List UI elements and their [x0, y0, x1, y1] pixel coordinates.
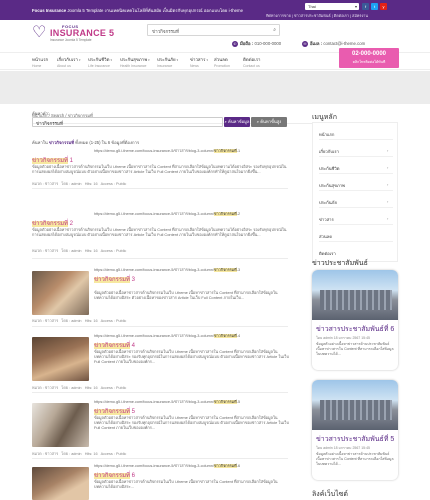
- language-select[interactable]: Thai ▾: [305, 3, 359, 10]
- divider: [319, 156, 393, 157]
- top-bar: Focus Insurance Joomla 5 Template งานเทค…: [0, 0, 430, 20]
- sidebar-item-health-insurance[interactable]: ประกันสุขภาพ ›: [319, 182, 388, 189]
- divider: [319, 173, 393, 174]
- chevron-right-icon: ›: [387, 148, 389, 153]
- chevron-down-icon: ▾: [148, 58, 150, 62]
- chevron-down-icon: ▾: [354, 4, 357, 9]
- result-title[interactable]: ข่าวกิจกรรมที่ 3: [94, 274, 135, 284]
- header-search-input[interactable]: ข่าวกิจกรรมที่ ⌕: [147, 24, 280, 36]
- sidebar-item-contact[interactable]: ติดต่อเรา: [319, 250, 336, 257]
- result-url[interactable]: https://demo.g5.i-theme.com/focus-insura…: [94, 463, 240, 469]
- nav-item-life-insurance[interactable]: ประกันชีวิต▾ Life Insurance: [88, 56, 112, 68]
- chevron-down-icon: ▾: [110, 58, 112, 62]
- news-image: [312, 270, 398, 320]
- result-meta: หมวด : ข่าวสาร โดย : admin Hits: 16 Acce…: [32, 452, 127, 456]
- sidebar-item-home[interactable]: หน้าแรก: [319, 131, 334, 138]
- page-banner: [0, 71, 430, 104]
- nav-item-news[interactable]: ข่าวสาร▾ News: [190, 56, 208, 68]
- result-url[interactable]: https://demo.g5.i-theme.com/focus-insura…: [94, 148, 240, 154]
- search-result-item: https://demo.g5.i-theme.com/focus-insura…: [32, 463, 288, 500]
- links-title: ลิงค์เว็บไซต์: [312, 491, 348, 498]
- chevron-down-icon: ▾: [78, 58, 81, 62]
- chevron-right-icon: ›: [387, 216, 389, 221]
- phone-contact: ✆ มือถือ : 010-000-0000: [232, 40, 282, 47]
- divider: [32, 188, 288, 189]
- result-description: ข้อมูลตัวอย่างเนื้อหาข่าวสารด้านกิจกรรมใ…: [94, 290, 278, 301]
- result-url[interactable]: https://demo.g5.i-theme.com/focus-insura…: [94, 333, 240, 339]
- promo-text: Focus Insurance Joomla 5 Template งานเทค…: [32, 8, 243, 13]
- nav-item-home[interactable]: หน้าแรก Home: [32, 56, 48, 68]
- youtube-icon[interactable]: y: [380, 3, 387, 10]
- facebook-icon[interactable]: f: [362, 3, 369, 10]
- sidebar: เมนูหลัก หน้าแรก เกี่ยวกับเรา › ประกันชีว…: [312, 110, 398, 500]
- phone-icon: ✆: [232, 40, 238, 47]
- search-input[interactable]: ข่าวกิจกรรมที่: [32, 117, 223, 127]
- news-card[interactable]: ข่าวสารประชาสัมพันธ์ที่ 6 โดย admin 18 ม…: [312, 270, 398, 370]
- search-term-label: ค้นหาคำ:: [32, 111, 50, 116]
- result-url[interactable]: https://demo.g5.i-theme.com/focus-insura…: [94, 211, 240, 217]
- twitter-icon[interactable]: t: [371, 3, 378, 10]
- result-meta: หมวด : ข่าวสาร โดย : admin Hits: 16 Acce…: [32, 386, 127, 390]
- search-result-item: https://demo.g5.i-theme.com/focus-insura…: [32, 148, 288, 186]
- divider: [32, 258, 288, 259]
- divider: [319, 139, 393, 140]
- nav-item-promotion[interactable]: ส่วนลด Promotion: [214, 56, 230, 68]
- result-thumbnail[interactable]: [32, 403, 89, 447]
- search-result-item: https://demo.g5.i-theme.com/focus-insura…: [32, 211, 288, 261]
- sidebar-item-news[interactable]: ข่าวสาร ›: [319, 216, 388, 223]
- sidebar-item-life-insurance[interactable]: ประกันชีวิต ›: [319, 165, 388, 172]
- result-description: ข้อมูลตัวอย่างเนื้อหาข่าวสารด้านกิจกรรมใ…: [94, 415, 289, 431]
- result-description: ข้อมูลตัวอย่างเนื้อหาข่าวสารด้านกิจกรรมใ…: [94, 349, 289, 365]
- news-card[interactable]: ข่าวสารประชาสัมพันธ์ที่ 5 โดย admin 18 ม…: [312, 380, 398, 480]
- result-description: ข้อมูลตัวอย่างเนื้อหาข่าวสารด้านกิจกรรมใ…: [32, 227, 287, 238]
- news-title: ข่าวประชาสัมพันธ์: [312, 260, 368, 267]
- result-url[interactable]: https://demo.g5.i-theme.com/focus-insura…: [94, 399, 240, 405]
- chevron-right-icon: ›: [387, 182, 389, 187]
- site-logo[interactable]: ♡ FOCUS INSURANCE 5 Insurance Joomla 5 T…: [32, 24, 127, 50]
- heart-logo-icon: ♡: [32, 24, 47, 41]
- search-button[interactable]: ⌕ ค้นหาข้อมูล: [224, 117, 250, 127]
- mail-icon: ✉: [302, 40, 308, 47]
- divider: [32, 392, 288, 393]
- result-thumbnail[interactable]: [32, 337, 89, 381]
- result-meta: หมวด : ข่าวสาร โดย : admin Hits: 16 Acce…: [32, 249, 127, 253]
- result-thumbnail[interactable]: [32, 271, 89, 315]
- result-meta: หมวด : ข่าวสาร โดย : admin Hits: 16 Acce…: [32, 182, 127, 186]
- nav-item-insurance[interactable]: ประกันภัย▾ Insurance: [157, 56, 178, 68]
- chevron-right-icon: ›: [387, 165, 389, 170]
- news-image: [312, 380, 398, 430]
- search-result-item: https://demo.g5.i-theme.com/focus-insura…: [32, 399, 289, 459]
- sidebar-menu: หน้าแรก เกี่ยวกับเรา › ประกันชีวิต › ประกั…: [312, 122, 398, 262]
- divider: [319, 207, 393, 208]
- result-count: ค้นหาใน ข่าวกิจกรรมที่ ทั้งหมด (1-25) ใน…: [32, 140, 140, 145]
- divider: [32, 458, 288, 459]
- search-result-item: https://demo.g5.i-theme.com/focus-insura…: [32, 267, 288, 327]
- divider: [319, 190, 393, 191]
- result-description: ข้อมูลตัวอย่างเนื้อหาข่าวสารด้านกิจกรรมใ…: [32, 164, 287, 175]
- result-thumbnail[interactable]: [32, 467, 89, 500]
- email-contact: ✉ อีเมล : contact@i-theme.com: [302, 40, 366, 47]
- divider: [32, 326, 288, 327]
- divider: [319, 241, 393, 242]
- nav-item-health-insurance[interactable]: ประกันสุขภาพ▾ Health Insurance: [120, 56, 150, 68]
- sidebar-item-insurance[interactable]: ประกันภัย ›: [319, 199, 388, 206]
- hotline-button[interactable]: 02-000-0000 คลิกโทรติดต่อได้ทันที: [339, 48, 399, 68]
- divider: [319, 224, 393, 225]
- result-meta: หมวด : ข่าวสาร โดย : admin Hits: 16 Acce…: [32, 319, 127, 323]
- result-description: ข้อมูลตัวอย่างเนื้อหาข่าวสารด้านกิจกรรมใ…: [94, 479, 278, 490]
- chevron-right-icon: ›: [387, 199, 389, 204]
- nav-item-contact[interactable]: ติดต่อเรา Contact us: [243, 56, 261, 68]
- search-result-item: https://demo.g5.i-theme.com/focus-insura…: [32, 333, 289, 393]
- sidebar-item-promotion[interactable]: ส่วนลด: [319, 233, 332, 240]
- chevron-down-icon: ▾: [176, 58, 179, 62]
- sidebar-item-about[interactable]: เกี่ยวกับเรา ›: [319, 148, 388, 155]
- advanced-search-button[interactable]: ⌕ ค้นหาขั้นสูง: [251, 117, 287, 127]
- top-links[interactable]: ทิศทางการขาย | ข่าวสารประชาสัมพันธ์ | ติ…: [266, 13, 368, 19]
- result-url[interactable]: https://demo.g5.i-theme.com/focus-insura…: [94, 267, 240, 273]
- nav-item-about[interactable]: เกี่ยวกับเรา▾ About us: [57, 56, 80, 68]
- search-icon[interactable]: ⌕: [273, 27, 276, 33]
- chevron-down-icon: ▾: [206, 58, 208, 62]
